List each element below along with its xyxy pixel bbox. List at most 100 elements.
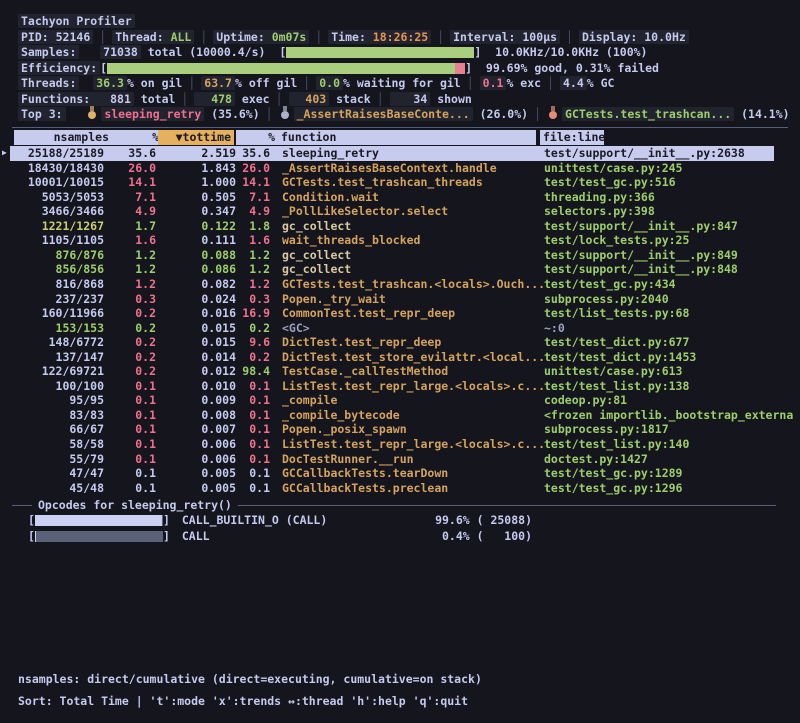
- cell-p1: 0.2: [108, 335, 156, 350]
- threads-separator: │: [182, 76, 201, 90]
- top3-function-pct: (14.1%): [734, 107, 789, 121]
- cell-fn: Condition.wait: [282, 190, 540, 205]
- table-row[interactable]: 856/8561.20.0861.2gc_collecttest/support…: [0, 262, 800, 277]
- table-row[interactable]: 1105/11051.60.1111.6wait_threads_blocked…: [0, 233, 800, 248]
- threads-value: 63.7: [201, 76, 235, 90]
- column-header-function[interactable]: function: [278, 130, 536, 145]
- cell-fl: test/test_dict.py:677: [544, 335, 794, 350]
- efficiency-label: Efficiency:: [18, 61, 100, 75]
- status-separator: │: [560, 30, 579, 44]
- cell-fn: <GC>: [282, 321, 540, 336]
- table-row[interactable]: 3466/34664.90.3474.9_PollLikeSelector.se…: [0, 204, 800, 219]
- top3-separator: │: [528, 107, 547, 121]
- cell-p1: 0.2: [108, 350, 156, 365]
- cell-p1: 0.2: [108, 306, 156, 321]
- top3-row: Top 3: sleeping_retry (35.6%)│_AssertRai…: [18, 107, 790, 121]
- threads-separator: │: [541, 76, 560, 90]
- cell-ns: 47/47: [12, 466, 104, 481]
- status-separator: │: [309, 30, 328, 44]
- cell-ns: 55/79: [12, 452, 104, 467]
- cell-p2: 0.1: [238, 452, 270, 467]
- cell-fn: GCCallbackTests.tearDown: [282, 466, 540, 481]
- table-row[interactable]: 122/697210.20.01298.4TestCase._callTestM…: [0, 364, 800, 379]
- cell-tt: 0.014: [158, 350, 236, 365]
- column-header-file_line[interactable]: file:line: [540, 130, 604, 145]
- table-row[interactable]: 18430/1843026.01.84326.0_AssertRaisesBas…: [0, 161, 800, 176]
- functions-separator: │: [371, 92, 390, 106]
- table-row[interactable]: 237/2370.30.0240.3Popen._try_waitsubproc…: [0, 292, 800, 307]
- cell-tt: 0.006: [158, 452, 236, 467]
- threads-label: Threads:: [18, 76, 79, 90]
- cell-fl: test/test_gc.py:434: [544, 277, 794, 292]
- cell-ns: 100/100: [12, 379, 104, 394]
- column-header-nsamples[interactable]: nsamples: [14, 130, 112, 145]
- cell-p1: 1.6: [108, 233, 156, 248]
- table-row[interactable]: 1221/12671.70.1221.8gc_collecttest/suppo…: [0, 219, 800, 234]
- cell-p2: 26.0: [238, 161, 270, 176]
- status-field-pid: PID: 52146: [18, 30, 93, 44]
- threads-separator: │: [297, 76, 316, 90]
- table-row[interactable]: ▶25188/2518935.62.51935.6sleeping_retryt…: [0, 146, 800, 161]
- cell-fl: unittest/case.py:245: [544, 161, 794, 176]
- cell-p2: 7.1: [238, 190, 270, 205]
- cell-p2: 0.1: [238, 481, 270, 496]
- opcodes-title: Opcodes for sleeping_retry(): [32, 498, 238, 512]
- functions-separator: │: [270, 92, 289, 106]
- table-row[interactable]: 160/119660.20.01616.9CommonTest.test_rep…: [0, 306, 800, 321]
- samples-bar: []: [279, 45, 481, 59]
- function-table: ▶25188/2518935.62.51935.6sleeping_retryt…: [0, 146, 800, 496]
- table-row[interactable]: 100/1000.10.0100.1ListTest.test_repr_lar…: [0, 379, 800, 394]
- table-row[interactable]: 10001/1001514.11.00014.1GCTests.test_tra…: [0, 175, 800, 190]
- table-row[interactable]: 153/1530.20.0150.2<GC>~:0: [0, 321, 800, 336]
- cell-tt: 0.122: [158, 219, 236, 234]
- table-row[interactable]: 137/1470.20.0140.2DictTest.test_store_ev…: [0, 350, 800, 365]
- cell-p2: 1.6: [238, 233, 270, 248]
- cell-fl: threading.py:366: [544, 190, 794, 205]
- table-row[interactable]: 55/790.10.0060.1DocTestRunner.__rundocte…: [0, 452, 800, 467]
- cell-fl: subprocess.py:2040: [544, 292, 794, 307]
- column-header-pct_direct[interactable]: %: [112, 130, 162, 145]
- top3-function-name[interactable]: GCTests.test_trashcan...: [562, 107, 734, 121]
- column-header-tottime[interactable]: ▼tottime: [158, 130, 234, 145]
- column-header-pct_cum[interactable]: %: [236, 130, 278, 145]
- medal-bronze-icon: [549, 111, 557, 119]
- cell-ns: 148/6772: [12, 335, 104, 350]
- cell-fn: TestCase._callTestMethod: [282, 364, 540, 379]
- table-row[interactable]: 95/950.10.0090.1_compilecodeop.py:81: [0, 393, 800, 408]
- table-row[interactable]: 58/580.10.0060.1ListTest.test_repr_large…: [0, 437, 800, 452]
- cell-ns: 153/153: [12, 321, 104, 336]
- table-row[interactable]: 816/8681.20.0821.2GCTests.test_trashcan.…: [0, 277, 800, 292]
- cell-fn: _compile_bytecode: [282, 408, 540, 423]
- status-field-display: Display: 10.0Hz: [579, 30, 689, 44]
- footer-keybindings: Sort: Total Time | 't':mode 'x':trends ↔…: [18, 694, 468, 708]
- cell-tt: 0.015: [158, 335, 236, 350]
- threads-row: Threads: 36.3% on gil│63.7% off gil│0.0%…: [18, 76, 614, 90]
- cell-ns: 18430/18430: [12, 161, 104, 176]
- cell-tt: 0.082: [158, 277, 236, 292]
- cell-fn: CommonTest.test_repr_deep: [282, 306, 540, 321]
- cell-p1: 0.2: [108, 321, 156, 336]
- table-row[interactable]: 47/470.10.0050.1GCCallbackTests.tearDown…: [0, 466, 800, 481]
- cell-ns: 1105/1105: [12, 233, 104, 248]
- table-row[interactable]: 148/67720.20.0159.6DictTest.test_repr_de…: [0, 335, 800, 350]
- cell-fl: subprocess.py:1817: [544, 422, 794, 437]
- cell-fl: test/test_gc.py:1296: [544, 481, 794, 496]
- cell-fl: <frozen importlib._bootstrap_externa: [544, 408, 794, 423]
- top3-function-name[interactable]: _AssertRaisesBaseConte...: [294, 107, 473, 121]
- functions-label: Functions:: [18, 92, 93, 106]
- cell-p2: 0.1: [238, 408, 270, 423]
- cell-p2: 9.6: [238, 335, 270, 350]
- table-row[interactable]: 45/480.10.0050.1GCCallbackTests.preclean…: [0, 481, 800, 496]
- top3-function-name[interactable]: sleeping_retry: [101, 107, 204, 121]
- table-row[interactable]: 66/670.10.0070.1Popen._posix_spawnsubpro…: [0, 422, 800, 437]
- threads-value: 0.1: [480, 76, 507, 90]
- table-row[interactable]: 876/8761.20.0881.2gc_collecttest/support…: [0, 248, 800, 263]
- efficiency-bar-failed: [455, 63, 465, 74]
- cell-fn: gc_collect: [282, 262, 540, 277]
- cell-p1: 26.0: [108, 161, 156, 176]
- opcode-pct: 99.6% ( 25088): [410, 513, 532, 527]
- top3-separator: │: [260, 107, 279, 121]
- cell-p2: 1.2: [238, 248, 270, 263]
- table-row[interactable]: 83/830.10.0080.1_compile_bytecode<frozen…: [0, 408, 800, 423]
- table-row[interactable]: 5053/50537.10.5057.1Condition.waitthread…: [0, 190, 800, 205]
